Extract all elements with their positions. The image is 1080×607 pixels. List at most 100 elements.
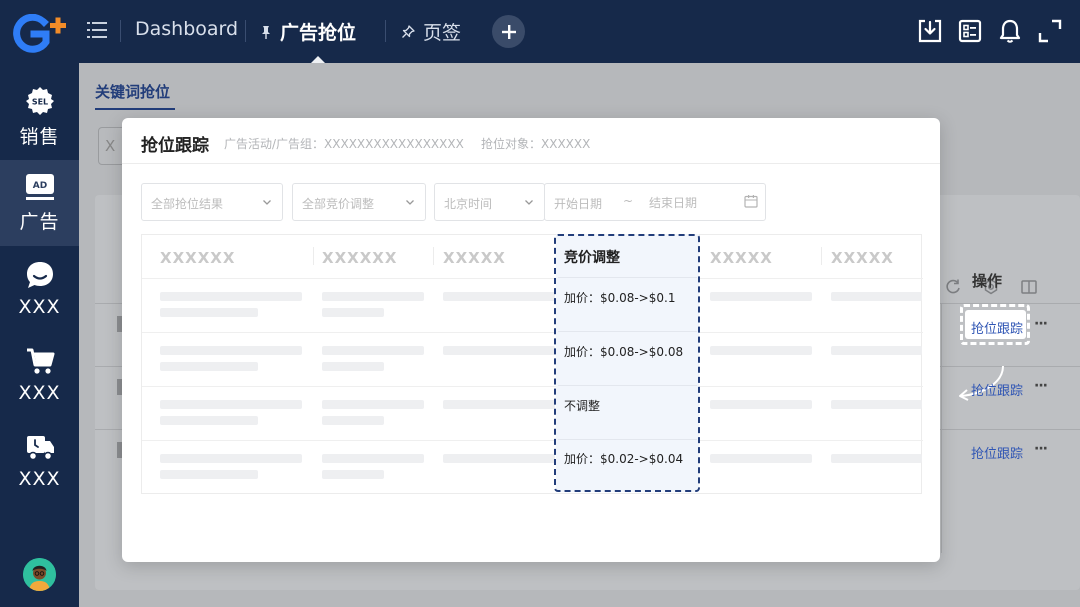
skeleton-bar [322, 400, 424, 409]
bid-adjust-highlight-frame [554, 234, 700, 492]
skeleton-bar [443, 400, 555, 409]
download-icon[interactable] [917, 18, 943, 44]
fullscreen-icon[interactable] [1037, 18, 1063, 44]
skeleton-bar [710, 346, 812, 355]
skeleton-bar [322, 470, 384, 479]
chevron-down-icon [525, 200, 533, 205]
app-logo[interactable] [10, 14, 68, 54]
tab-ad-bidding[interactable]: 广告抢位 [280, 18, 356, 45]
skeleton-bar [160, 454, 302, 463]
skeleton-bar [710, 400, 812, 409]
sel-badge-text: SEL [31, 97, 47, 106]
divider [122, 163, 940, 164]
skeleton-bar [160, 400, 302, 409]
sidebar-item-label: XXX [18, 296, 61, 318]
tab-dashboard[interactable]: Dashboard [135, 18, 238, 40]
date-separator: ~ [623, 194, 634, 208]
row-divider [142, 386, 923, 387]
bell-icon[interactable] [997, 18, 1023, 44]
row-divider [142, 278, 923, 279]
ops-column-header: 操作 [972, 272, 1003, 290]
add-tab-button[interactable] [492, 15, 525, 48]
skeleton-bar [831, 292, 922, 301]
divider [245, 20, 246, 42]
bidding-tracking-modal: 抢位跟踪 广告活动/广告组：XXXXXXXXXXXXXXXXX 抢位对象：XXX… [122, 118, 940, 562]
sidebar-item-ads[interactable]: AD 广告 [0, 160, 79, 246]
calendar-icon[interactable] [744, 194, 758, 208]
header-divider [433, 247, 434, 265]
sidebar-item-cart[interactable]: XXX [0, 332, 79, 418]
start-date-input[interactable]: 开始日期 [554, 197, 602, 211]
refresh-icon[interactable] [944, 278, 962, 296]
skeleton-bar [831, 400, 922, 409]
modal-title: 抢位跟踪 [141, 136, 209, 156]
track-link[interactable]: 抢位跟踪 [971, 443, 1023, 462]
more-menu-icon[interactable]: ··· [1034, 378, 1048, 394]
end-date-input[interactable]: 结束日期 [649, 194, 697, 211]
column-header: XXXXXX [160, 249, 236, 267]
row-divider [142, 440, 923, 441]
tab-keyword-bidding[interactable]: 关键词抢位 [95, 81, 170, 102]
row-divider [142, 332, 923, 333]
skeleton-bar [710, 292, 812, 301]
sidebar-item-delivery[interactable]: XXX [0, 418, 79, 504]
track-link[interactable]: 抢位跟踪 [971, 380, 1023, 399]
skeleton-bar [322, 454, 424, 463]
divider [120, 20, 121, 42]
select-value: 北京时间 [444, 197, 493, 211]
cart-icon [26, 348, 54, 374]
sidebar-item-label: XXX [18, 468, 61, 490]
plus-icon [501, 24, 516, 39]
menu-icon[interactable] [87, 20, 107, 40]
skeleton-bar [160, 362, 258, 371]
column-header: XXXXX [443, 249, 506, 267]
ad-badge-text: AD [32, 181, 46, 191]
skeleton-bar [160, 308, 258, 317]
skeleton-bar [831, 454, 922, 463]
ops-column-divider [941, 303, 942, 553]
columns-icon[interactable] [1020, 278, 1038, 296]
sel-badge-icon: SEL [25, 86, 54, 115]
timezone-select[interactable]: 北京时间 [434, 183, 545, 221]
select-value: 全部抢位结果 [151, 197, 224, 211]
skeleton-bar [831, 346, 922, 355]
user-avatar[interactable] [23, 558, 56, 591]
ad-badge-icon: AD [25, 173, 54, 200]
sidebar-item-sales[interactable]: SEL 销售 [0, 74, 79, 160]
skeleton-bar [443, 346, 555, 355]
more-menu-icon[interactable]: ··· [1034, 441, 1048, 457]
skeleton-bar [443, 454, 555, 463]
divider [385, 20, 386, 42]
sidebar-item-label: 广告 [19, 210, 60, 233]
skeleton-bar [322, 346, 424, 355]
top-bar: Dashboard 广告抢位 页签 [79, 0, 1080, 63]
skeleton-bar [160, 346, 302, 355]
sidebar: SEL 销售 AD 广告 XXX XXX XXX [0, 0, 79, 607]
skeleton-bar [322, 308, 384, 317]
sidebar-item-label: 销售 [19, 125, 60, 148]
skeleton-bar [160, 470, 258, 479]
skeleton-bar [322, 416, 384, 425]
task-list-icon[interactable] [957, 18, 983, 44]
header-divider [313, 247, 314, 265]
modal-subtitle-target: 抢位对象：XXXXXX [481, 137, 591, 151]
skeleton-bar [710, 454, 812, 463]
header-divider [821, 247, 822, 265]
column-header: XXXXXX [322, 249, 398, 267]
sidebar-item-label: XXX [18, 382, 61, 404]
more-menu-icon[interactable]: ··· [1034, 316, 1048, 332]
tab-bookmark[interactable]: 页签 [423, 18, 461, 45]
bidding-result-select[interactable]: 全部抢位结果 [141, 183, 283, 221]
skeleton-bar [322, 292, 424, 301]
sidebar-item-chat[interactable]: XXX [0, 246, 79, 332]
chevron-down-icon [406, 200, 414, 205]
skeleton-bar [322, 362, 384, 371]
pin-icon [262, 26, 270, 39]
skeleton-bar [443, 292, 555, 301]
tracking-table: XXXXXX XXXXXX XXXXX XXXXX XXXXX [141, 234, 923, 494]
column-header: XXXXX [831, 249, 894, 267]
track-link[interactable]: 抢位跟踪 [971, 318, 1023, 337]
input-hint: X [105, 137, 116, 155]
bid-adjust-select[interactable]: 全部竞价调整 [292, 183, 426, 221]
truck-icon [26, 436, 54, 461]
